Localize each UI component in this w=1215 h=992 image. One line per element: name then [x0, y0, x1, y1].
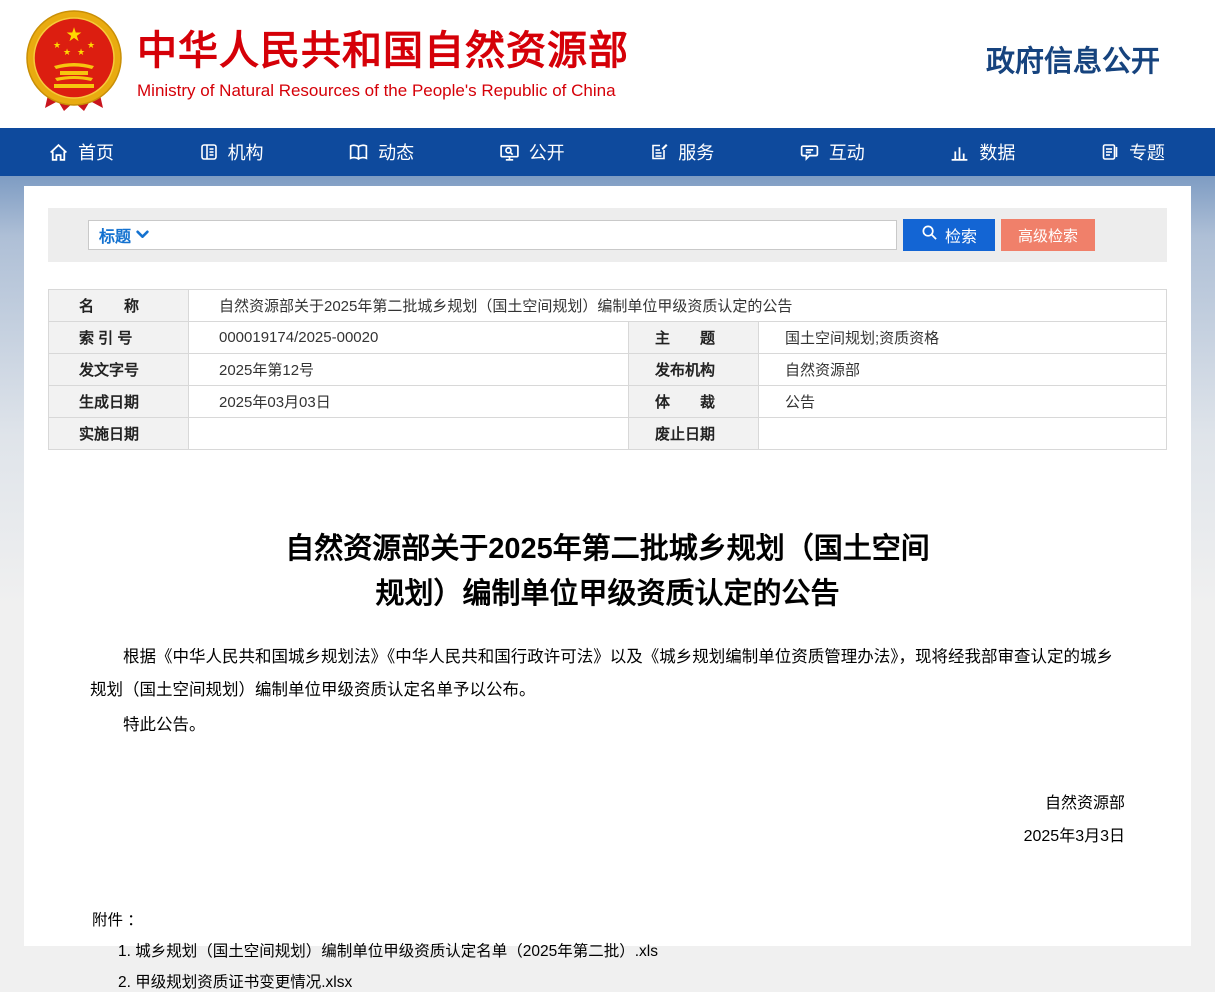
search-field-dropdown[interactable]: 标题: [99, 223, 149, 247]
svg-text:★: ★: [65, 25, 82, 46]
signature-block: 自然资源部 2025年3月3日: [90, 787, 1125, 853]
chat-bubbles-icon: [799, 142, 820, 163]
meta-value-subject: 国土空间规划;资质资格: [759, 322, 1167, 354]
nav-item-interact[interactable]: 互动: [799, 139, 865, 165]
table-row: 名 称 自然资源部关于2025年第二批城乡规划（国土空间规划）编制单位甲级资质认…: [49, 290, 1167, 322]
article-paragraph: 根据《中华人民共和国城乡规划法》《中华人民共和国行政许可法》以及《城乡规划编制单…: [90, 641, 1125, 707]
article-title-line1: 自然资源部关于2025年第二批城乡规划（国土空间: [90, 527, 1125, 572]
nav-label: 机构: [228, 139, 264, 165]
chevron-down-icon: [136, 226, 149, 244]
article-title: 自然资源部关于2025年第二批城乡规划（国土空间 规划）编制单位甲级资质认定的公…: [90, 527, 1125, 617]
nav-label: 动态: [378, 139, 414, 165]
nav-item-news[interactable]: 动态: [348, 139, 414, 165]
home-icon: [48, 142, 69, 163]
signature-date: 2025年3月3日: [90, 820, 1125, 853]
page-background: 标题 检索 高级检索: [0, 176, 1215, 946]
bar-chart-icon: [949, 142, 970, 163]
search-input[interactable]: 标题: [88, 220, 897, 250]
meta-value-repeal: [759, 418, 1167, 450]
nav-label: 公开: [529, 139, 565, 165]
header-logo-link[interactable]: ★ ★ ★ ★ ★ 中华人民共和国自然资源部 Ministry of Natur…: [24, 7, 629, 122]
attachment-link-2[interactable]: 2. 甲级规划资质证书变更情况.xlsx: [118, 974, 1125, 992]
meta-label-index: 索 引 号: [49, 322, 189, 354]
meta-value-created: 2025年03月03日: [189, 386, 629, 418]
meta-label-docnumber: 发文字号: [49, 354, 189, 386]
topics-journal-icon: [1100, 142, 1120, 162]
table-row: 发文字号 2025年第12号 发布机构 自然资源部: [49, 354, 1167, 386]
meta-label-created: 生成日期: [49, 386, 189, 418]
disclosure-screen-icon: [499, 142, 520, 163]
national-emblem-icon: ★ ★ ★ ★ ★: [24, 7, 124, 122]
nav-label: 专题: [1129, 139, 1165, 165]
meta-label-repeal: 废止日期: [629, 418, 759, 450]
table-row: 生成日期 2025年03月03日 体 裁 公告: [49, 386, 1167, 418]
table-row: 索 引 号 000019174/2025-00020 主 题 国土空间规划;资质…: [49, 322, 1167, 354]
article-closing-line: 特此公告。: [90, 709, 1125, 742]
nav-item-organization[interactable]: 机构: [199, 139, 264, 165]
service-edit-icon: [649, 142, 669, 162]
meta-label-genre: 体 裁: [629, 386, 759, 418]
advanced-search-label: 高级检索: [1018, 225, 1078, 246]
organization-icon: [199, 142, 219, 162]
search-button-label: 检索: [945, 223, 977, 247]
meta-label-issuer: 发布机构: [629, 354, 759, 386]
meta-label-effective: 实施日期: [49, 418, 189, 450]
attachments-section: 附件 ： 1. 城乡规划（国土空间规划）编制单位甲级资质认定名单（2025年第二…: [90, 908, 1125, 992]
site-title: 中华人民共和国自然资源部: [137, 27, 629, 75]
search-field-label: 标题: [99, 223, 131, 247]
page-title: 政府信息公开: [986, 38, 1160, 80]
news-book-icon: [348, 142, 369, 163]
svg-text:★: ★: [53, 40, 61, 50]
meta-value-genre: 公告: [759, 386, 1167, 418]
search-text-input[interactable]: [157, 222, 896, 248]
nav-item-service[interactable]: 服务: [649, 139, 714, 165]
meta-value-issuer: 自然资源部: [759, 354, 1167, 386]
search-button[interactable]: 检索: [903, 219, 995, 251]
nav-item-disclosure[interactable]: 公开: [499, 139, 565, 165]
svg-text:★: ★: [63, 47, 71, 57]
article-title-line2: 规划）编制单位甲级资质认定的公告: [90, 572, 1125, 617]
nav-label: 互动: [829, 139, 865, 165]
meta-value-effective: [189, 418, 629, 450]
meta-value-name: 自然资源部关于2025年第二批城乡规划（国土空间规划）编制单位甲级资质认定的公告: [189, 290, 1167, 322]
svg-text:★: ★: [77, 47, 85, 57]
search-icon: [921, 224, 938, 246]
meta-label-subject: 主 题: [629, 322, 759, 354]
nav-item-home[interactable]: 首页: [48, 139, 114, 165]
main-nav: 首页 机构 动态 公开: [0, 128, 1215, 176]
nav-label: 数据: [979, 139, 1015, 165]
attachments-label: 附件 ：: [92, 908, 1125, 930]
site-header: ★ ★ ★ ★ ★ 中华人民共和国自然资源部 Ministry of Natur…: [0, 0, 1215, 128]
content-container: 标题 检索 高级检索: [24, 186, 1191, 946]
nav-item-topics[interactable]: 专题: [1100, 139, 1165, 165]
document-meta-table: 名 称 自然资源部关于2025年第二批城乡规划（国土空间规划）编制单位甲级资质认…: [48, 289, 1167, 450]
meta-label-name: 名 称: [49, 290, 189, 322]
nav-label: 首页: [78, 139, 114, 165]
advanced-search-button[interactable]: 高级检索: [1001, 219, 1095, 251]
site-subtitle: Ministry of Natural Resources of the Peo…: [137, 81, 629, 101]
nav-item-data[interactable]: 数据: [949, 139, 1015, 165]
meta-value-docnumber: 2025年第12号: [189, 354, 629, 386]
search-strip: 标题 检索 高级检索: [48, 208, 1167, 262]
svg-text:★: ★: [87, 40, 95, 50]
table-row: 实施日期 废止日期: [49, 418, 1167, 450]
meta-value-index: 000019174/2025-00020: [189, 322, 629, 354]
nav-label: 服务: [678, 139, 714, 165]
signature-org: 自然资源部: [90, 787, 1125, 820]
article-body: 自然资源部关于2025年第二批城乡规划（国土空间 规划）编制单位甲级资质认定的公…: [48, 527, 1167, 992]
